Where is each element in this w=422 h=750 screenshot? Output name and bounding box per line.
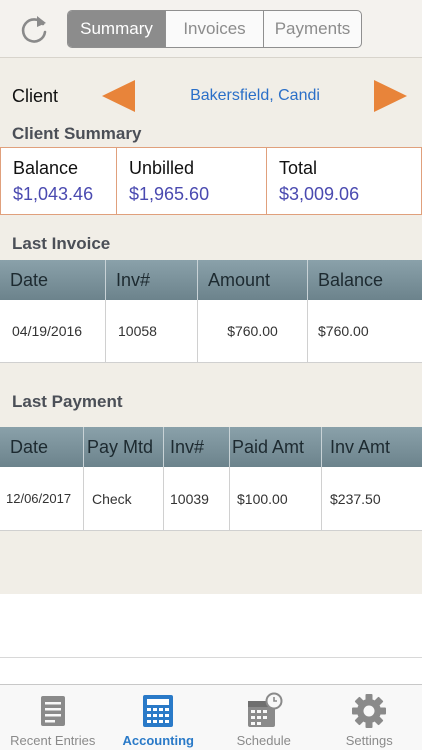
column-header: Inv# bbox=[106, 260, 198, 300]
bottom-tab-bar: Recent Entries Accounting Schedule Setti… bbox=[0, 684, 422, 750]
table-header: Date Pay Mtd Inv# Paid Amt Inv Amt bbox=[0, 427, 422, 467]
client-summary-title: Client Summary bbox=[12, 124, 142, 143]
calendar-clock-icon bbox=[247, 692, 283, 727]
next-client-arrow-icon[interactable] bbox=[374, 80, 407, 112]
table-row[interactable]: 04/19/2016 10058 $760.00 $760.00 bbox=[0, 300, 422, 363]
tab-settings[interactable]: Settings bbox=[317, 685, 422, 750]
paid-amount: $100.00 bbox=[230, 467, 322, 530]
tab-recent-entries[interactable]: Recent Entries bbox=[0, 685, 106, 750]
balance-box: Balance $1,043.46 bbox=[0, 147, 117, 215]
payment-invoice-number: 10039 bbox=[164, 467, 230, 530]
column-header: Date bbox=[0, 260, 106, 300]
previous-client-arrow-icon[interactable] bbox=[102, 80, 135, 112]
view-segmented-control: Summary Invoices Payments bbox=[67, 10, 362, 48]
last-invoice-table: Date Inv# Amount Balance 04/19/2016 1005… bbox=[0, 260, 422, 363]
column-header: Inv# bbox=[164, 427, 230, 467]
total-value: $3,009.06 bbox=[279, 184, 360, 204]
calculator-icon bbox=[143, 695, 174, 727]
tab-label: Settings bbox=[345, 733, 393, 748]
column-header: Balance bbox=[318, 269, 384, 290]
last-payment-title: Last Payment bbox=[12, 392, 123, 411]
invoice-amount: $237.50 bbox=[330, 490, 381, 507]
column-header: Inv Amt bbox=[330, 436, 391, 457]
unbilled-value: $1,965.60 bbox=[129, 184, 210, 204]
column-header: Pay Mtd bbox=[84, 427, 164, 467]
tab-label: Schedule bbox=[236, 733, 291, 748]
tab-payments[interactable]: Payments bbox=[264, 11, 361, 47]
payment-date: 12/06/2017 bbox=[0, 467, 84, 530]
tab-schedule[interactable]: Schedule bbox=[211, 685, 317, 750]
table-header: Date Inv# Amount Balance bbox=[0, 260, 422, 300]
invoice-balance: $760.00 bbox=[318, 323, 369, 339]
tab-invoices[interactable]: Invoices bbox=[166, 11, 264, 47]
column-header: Paid Amt bbox=[230, 427, 322, 467]
table-row[interactable]: 12/06/2017 Check 10039 $100.00 $237.50 bbox=[0, 467, 422, 531]
total-label: Total bbox=[279, 158, 318, 178]
invoice-amount: $760.00 bbox=[198, 300, 308, 362]
column-header: Amount bbox=[198, 260, 308, 300]
document-icon bbox=[40, 696, 65, 726]
invoice-date: 04/19/2016 bbox=[0, 300, 106, 362]
tab-label: Recent Entries bbox=[10, 733, 96, 748]
client-label: Client bbox=[12, 86, 59, 106]
client-selector: Client Bakersfield, Candi bbox=[0, 72, 422, 120]
payment-method: Check bbox=[84, 467, 164, 530]
balance-value: $1,043.46 bbox=[13, 184, 94, 204]
refresh-icon[interactable] bbox=[17, 12, 51, 46]
unbilled-box: Unbilled $1,965.60 bbox=[117, 147, 267, 215]
column-header: Date bbox=[0, 427, 84, 467]
invoice-number: 10058 bbox=[106, 300, 198, 362]
total-box: Total $3,009.06 bbox=[267, 147, 422, 215]
top-bar: Summary Invoices Payments bbox=[0, 0, 422, 58]
tab-label: Accounting bbox=[122, 733, 195, 748]
unbilled-label: Unbilled bbox=[129, 158, 195, 178]
balance-label: Balance bbox=[13, 158, 79, 178]
empty-row bbox=[0, 658, 422, 684]
tab-summary[interactable]: Summary bbox=[68, 11, 166, 47]
gear-icon bbox=[352, 694, 387, 728]
client-summary-boxes: Balance $1,043.46 Unbilled $1,965.60 Tot… bbox=[0, 147, 422, 215]
empty-row bbox=[0, 594, 422, 658]
last-payment-table: Date Pay Mtd Inv# Paid Amt Inv Amt 12/06… bbox=[0, 427, 422, 531]
last-invoice-title: Last Invoice bbox=[12, 234, 111, 253]
tab-accounting[interactable]: Accounting bbox=[106, 685, 212, 750]
client-name[interactable]: Bakersfield, Candi bbox=[150, 87, 360, 105]
